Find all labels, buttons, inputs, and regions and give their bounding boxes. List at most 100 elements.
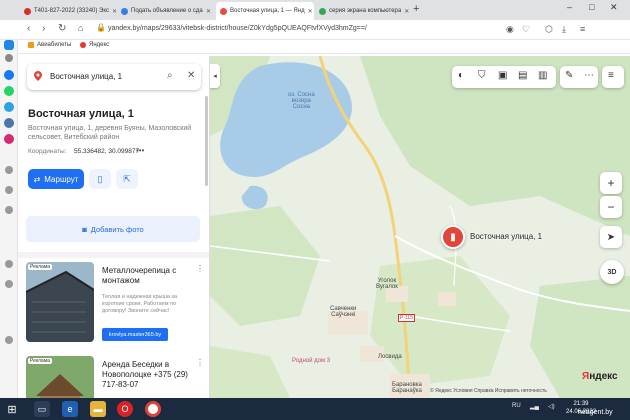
coordinates-more-button[interactable]: ••• (136, 146, 144, 155)
place-panel: Восточная улица, 1 ⌕ ✕ Восточная улица, … (18, 56, 210, 398)
search-icon[interactable]: ⌕ (167, 70, 173, 81)
bookmark-button[interactable]: ▯ (89, 169, 111, 189)
zoom-in-button[interactable]: + (600, 172, 622, 194)
minimize-button[interactable]: – (567, 2, 572, 12)
ad-link-button[interactable]: krovlya.master365.by (102, 328, 168, 341)
opera-icon[interactable]: O (117, 401, 133, 417)
extensions-icon[interactable]: ⬡ (545, 24, 553, 35)
location-pin-icon (34, 71, 42, 81)
close-tab-icon[interactable]: ✕ (305, 8, 313, 15)
windows-taskbar: ⊞ ▭ e ▬ O RU ▂▄ ◁) 21:39 24.06.2022 (0, 398, 630, 420)
geolocation-button[interactable]: ➤ (600, 226, 622, 248)
collapse-panel-button[interactable]: ◂ (210, 64, 220, 88)
search-box[interactable]: Восточная улица, 1 ⌕ ✕ (27, 64, 201, 90)
ad-menu-icon[interactable]: ⋮ (196, 358, 204, 367)
forward-arrow-icon[interactable]: › (42, 23, 45, 34)
network-icon[interactable]: ▂▄ (530, 403, 539, 410)
section-divider (18, 252, 209, 258)
share-button[interactable]: ⇱ (116, 169, 138, 189)
ad-card[interactable]: Реклама Металлочерепица с монтажом Тепла… (26, 262, 204, 348)
browser-tab-active[interactable]: Восточная улица, 1 — Янд ✕ (216, 2, 314, 20)
opera-logo-icon[interactable] (4, 40, 14, 50)
close-tab-icon[interactable]: ✕ (401, 8, 409, 15)
layers-icon[interactable]: ◐ (458, 70, 464, 81)
ruler-icon[interactable]: ✎ (565, 70, 573, 81)
ad-badge: Реклама (28, 358, 53, 364)
route-icon: ⇄ (33, 174, 41, 184)
route-button[interactable]: ⇄ Маршрут (28, 169, 84, 189)
lake-label: оз. Сосна возера Сосна (288, 92, 315, 110)
menu-icon[interactable]: ≡ (608, 70, 614, 81)
ad-card[interactable]: Реклама Аренда Беседки в Новополоцке +37… (26, 356, 204, 398)
watermark: neagent.by (578, 409, 613, 416)
bookmark-item[interactable]: Авиабилеты (28, 42, 71, 48)
window-close-button[interactable]: ✕ (610, 2, 618, 13)
add-photo-button[interactable]: ◙ Добавить фото (26, 216, 200, 242)
reload-icon[interactable]: ↻ (58, 23, 66, 34)
url-field[interactable]: yandex.by/maps/29633/vitebsk-district/ho… (108, 25, 367, 32)
back-arrow-icon[interactable]: ‹ (27, 23, 30, 34)
history-icon[interactable] (5, 186, 13, 194)
new-tab-button[interactable]: + (413, 3, 419, 15)
transport-icon[interactable]: ▣ (498, 70, 507, 81)
bookmark-heart-icon[interactable]: ♡ (522, 24, 530, 35)
windows-start-icon[interactable]: ⊞ (4, 401, 20, 417)
close-tab-icon[interactable]: ✕ (109, 8, 116, 15)
map-canvas[interactable]: оз. Сосна возера Сосна Уголок Вугалок Са… (210, 56, 630, 398)
telegram-icon[interactable] (4, 102, 14, 112)
download-icon[interactable]: ⤓ (562, 24, 566, 35)
vk-icon[interactable] (4, 118, 14, 128)
player-icon[interactable] (5, 166, 13, 174)
close-tab-icon[interactable]: ✕ (203, 8, 211, 15)
tab-label: серия экрана компьютера (329, 8, 402, 14)
home-icon[interactable]: ⌂ (78, 23, 83, 33)
road-number-label: Р-115 (398, 314, 415, 322)
ad-title: Аренда Беседки в Новополоцке +375 (29) 7… (102, 360, 188, 389)
3d-toggle-button[interactable]: 3D (600, 260, 624, 284)
bookmark-item[interactable]: Яндекс (80, 42, 109, 48)
camera-icon[interactable]: ◉ (506, 24, 514, 35)
file-explorer-icon[interactable]: ▭ (34, 401, 50, 417)
bookmarks-bar: Авиабилеты Яндекс (0, 40, 630, 54)
map-tools-toolbar: ✎ ⋯ (560, 66, 598, 88)
ad-image: Реклама (26, 356, 94, 398)
browser-tab[interactable]: T401-827-2022 (33240) Экс ✕ (20, 2, 116, 20)
location-marker-icon[interactable]: ▮ (441, 225, 465, 249)
bookmark-icon: ▯ (97, 173, 103, 184)
clock-icon[interactable] (5, 260, 13, 268)
chrome-icon[interactable] (145, 401, 161, 417)
more-dots-icon[interactable] (5, 336, 13, 344)
settings-gear-icon[interactable] (5, 280, 13, 288)
instagram-icon[interactable] (4, 134, 14, 144)
internet-explorer-icon[interactable]: e (62, 401, 78, 417)
close-icon[interactable]: ✕ (187, 70, 195, 81)
heart-icon[interactable] (5, 206, 13, 214)
language-indicator[interactable]: RU (512, 403, 521, 409)
browser-tab[interactable]: серия экрана компьютера ✕ (315, 2, 411, 20)
zoom-out-button[interactable]: − (600, 196, 622, 218)
parking-icon[interactable]: ▥ (538, 70, 547, 81)
panel-scrollbar[interactable] (205, 96, 208, 186)
easy-setup-icon[interactable]: ≡ (580, 24, 585, 34)
place-title: Восточная улица, 1 (28, 108, 134, 120)
coordinates-label: Координаты: (28, 148, 67, 155)
coordinates-value[interactable]: 55.336482, 30.099877 (74, 148, 139, 155)
tab-label: T401-827-2022 (33240) Экс (34, 8, 110, 14)
whatsapp-icon[interactable] (4, 86, 14, 96)
more-icon[interactable]: ⋯ (584, 70, 594, 81)
maximize-button[interactable]: □ (589, 2, 594, 12)
messenger-icon[interactable] (4, 70, 14, 80)
map-layers-toolbar: ◐ ⛉ ▣ ▤ ▥ (452, 66, 556, 88)
speed-dial-icon[interactable] (5, 54, 13, 62)
volume-icon[interactable]: ◁) (548, 403, 555, 410)
address-bar: ‹ › ↻ ⌂ 🔒 yandex.by/maps/29633/vitebsk-d… (0, 20, 630, 40)
panorama-icon[interactable]: ⛉ (478, 70, 486, 81)
folder-icon[interactable]: ▬ (90, 401, 106, 417)
traffic-icon[interactable]: ▤ (518, 70, 527, 81)
browser-tab[interactable]: Подать объявление о сда ✕ (117, 2, 215, 20)
ad-menu-icon[interactable]: ⋮ (196, 264, 204, 273)
search-input[interactable]: Восточная улица, 1 (50, 72, 122, 81)
menu-toolbar: ≡ (602, 66, 624, 88)
map-copyright[interactable]: © Яндекс Условия Справка Исправить неточ… (430, 388, 547, 394)
browser-tab-bar: T401-827-2022 (33240) Экс ✕ Подать объяв… (0, 0, 630, 20)
